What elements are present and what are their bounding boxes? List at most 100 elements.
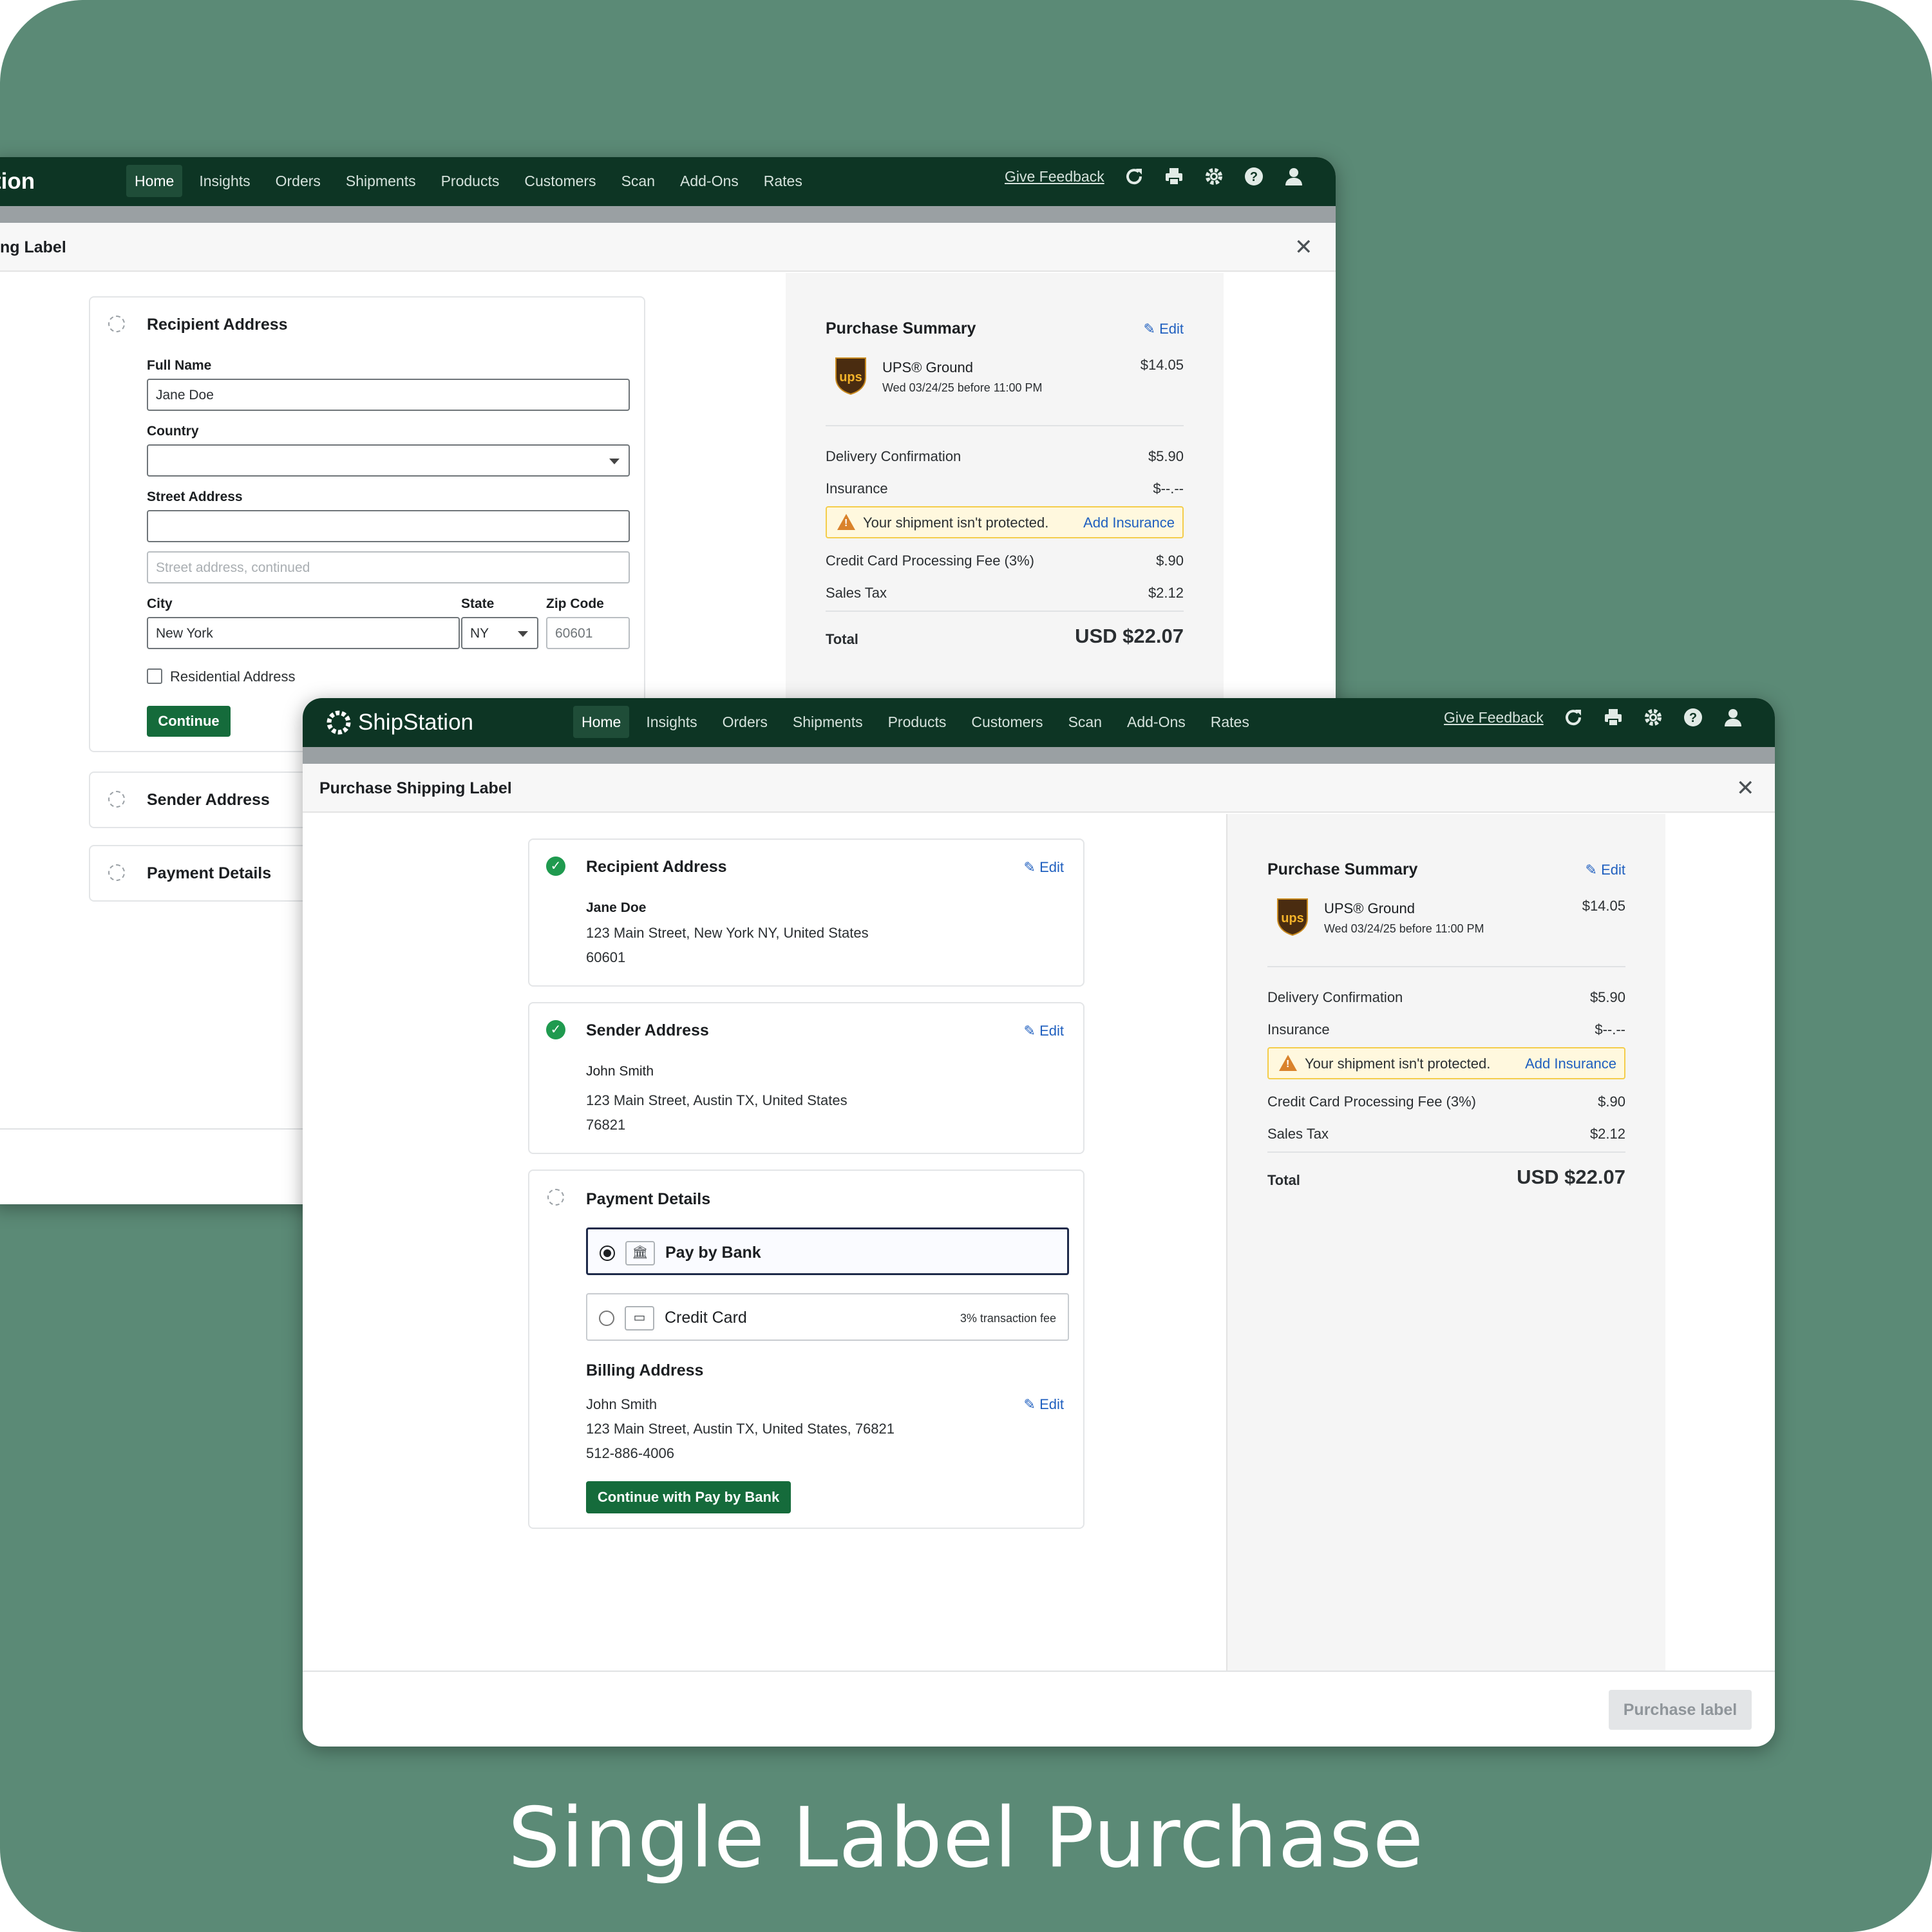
give-feedback-link[interactable]: Give Feedback bbox=[1005, 168, 1104, 185]
summary-edit-link[interactable]: ✎ Edit bbox=[1586, 862, 1625, 878]
gear-icon[interactable] bbox=[1204, 166, 1224, 187]
residential-label: Residential Address bbox=[170, 668, 296, 685]
billing-edit-link[interactable]: ✎ Edit bbox=[1024, 1396, 1064, 1413]
close-icon[interactable]: ✕ bbox=[1736, 775, 1755, 801]
nav-orders[interactable]: Orders bbox=[267, 165, 329, 197]
country-select[interactable] bbox=[147, 444, 630, 477]
nav-rates[interactable]: Rates bbox=[755, 165, 811, 197]
row-value: $--.-- bbox=[1153, 480, 1184, 497]
service-price: $14.05 bbox=[1582, 898, 1625, 914]
state-value: NY bbox=[470, 626, 489, 641]
delivery-estimate: Wed 03/24/25 before 11:00 PM bbox=[882, 381, 1043, 394]
row-label: Credit Card Processing Fee (3%) bbox=[826, 553, 1035, 569]
refresh-icon[interactable] bbox=[1124, 166, 1144, 187]
purchase-label-button[interactable]: Purchase label bbox=[1609, 1690, 1752, 1730]
nav-orders[interactable]: Orders bbox=[714, 706, 776, 738]
nav-addons[interactable]: Add-Ons bbox=[672, 165, 747, 197]
summary-row: Credit Card Processing Fee (3%) $.90 bbox=[826, 553, 1184, 572]
nav-home[interactable]: Home bbox=[126, 165, 183, 197]
printer-icon[interactable] bbox=[1603, 707, 1624, 728]
recipient-summary-card: ✓ Recipient Address ✎ Edit Jane Doe 123 … bbox=[528, 838, 1084, 987]
gear-icon[interactable] bbox=[1643, 707, 1663, 728]
dialog-header: Purchase Shipping Label ✕ bbox=[303, 764, 1775, 813]
row-label: Credit Card Processing Fee (3%) bbox=[1267, 1094, 1477, 1110]
recipient-address-line2: 60601 bbox=[586, 949, 626, 965]
recipient-form-card: Recipient Address Full Name Jane Doe Cou… bbox=[89, 296, 645, 752]
nav-shadow-strip bbox=[303, 747, 1775, 764]
warning-text: Your shipment isn't protected. bbox=[1305, 1056, 1491, 1072]
app-logo: tion bbox=[0, 169, 35, 194]
nav-customers[interactable]: Customers bbox=[516, 165, 604, 197]
summary-title: Purchase Summary bbox=[1267, 860, 1418, 878]
nav-scan[interactable]: Scan bbox=[613, 165, 663, 197]
sender-title: Sender Address bbox=[147, 791, 270, 809]
edit-label: Edit bbox=[1039, 1396, 1064, 1412]
zip-label: Zip Code bbox=[546, 596, 604, 611]
recipient-title: Recipient Address bbox=[586, 858, 727, 876]
state-select[interactable]: NY bbox=[461, 617, 538, 649]
continue-pay-by-bank-button[interactable]: Continue with Pay by Bank bbox=[586, 1481, 791, 1513]
add-insurance-link[interactable]: Add Insurance bbox=[1083, 515, 1175, 531]
sender-address-line1: 123 Main Street, Austin TX, United State… bbox=[586, 1092, 848, 1108]
warning-text: Your shipment isn't protected. bbox=[863, 515, 1049, 531]
nav-products[interactable]: Products bbox=[433, 165, 508, 197]
give-feedback-link[interactable]: Give Feedback bbox=[1444, 709, 1544, 726]
residential-checkbox[interactable] bbox=[147, 668, 162, 684]
ups-logo-icon: ups bbox=[835, 357, 866, 395]
nav-right: Give Feedback ? bbox=[1444, 707, 1743, 728]
sender-edit-link[interactable]: ✎ Edit bbox=[1024, 1023, 1064, 1039]
caption: Single Label Purchase bbox=[507, 1790, 1425, 1886]
credit-card-radio[interactable] bbox=[599, 1311, 614, 1326]
summary-edit-link[interactable]: ✎ Edit bbox=[1144, 321, 1184, 337]
nav-scan[interactable]: Scan bbox=[1060, 706, 1110, 738]
nav-shipments[interactable]: Shipments bbox=[784, 706, 871, 738]
nav-addons[interactable]: Add-Ons bbox=[1119, 706, 1194, 738]
street-label: Street Address bbox=[147, 489, 243, 504]
help-icon[interactable]: ? bbox=[1683, 707, 1703, 728]
dialog-title: ng Label bbox=[0, 238, 66, 256]
continue-button[interactable]: Continue bbox=[147, 706, 231, 737]
credit-card-option[interactable]: ▭ Credit Card 3% transaction fee bbox=[586, 1293, 1069, 1341]
divider bbox=[826, 611, 1184, 612]
summary-row: Credit Card Processing Fee (3%) $.90 bbox=[1267, 1094, 1625, 1113]
recipient-edit-link[interactable]: ✎ Edit bbox=[1024, 859, 1064, 876]
full-name-input[interactable]: Jane Doe bbox=[147, 379, 630, 411]
credit-card-icon: ▭ bbox=[625, 1306, 654, 1331]
row-label: Insurance bbox=[826, 480, 888, 497]
nav-home[interactable]: Home bbox=[573, 706, 630, 738]
street2-input[interactable]: Street address, continued bbox=[147, 551, 630, 583]
nav-rates[interactable]: Rates bbox=[1202, 706, 1258, 738]
transaction-fee-note: 3% transaction fee bbox=[960, 1312, 1056, 1325]
printer-icon[interactable] bbox=[1164, 166, 1184, 187]
zip-input[interactable]: 60601 bbox=[546, 617, 630, 649]
street-input[interactable] bbox=[147, 510, 630, 542]
check-icon: ✓ bbox=[546, 1020, 565, 1039]
ups-logo-icon: ups bbox=[1277, 898, 1308, 936]
nav-customers[interactable]: Customers bbox=[963, 706, 1051, 738]
refresh-icon[interactable] bbox=[1563, 707, 1584, 728]
user-icon[interactable] bbox=[1723, 707, 1743, 728]
pay-by-bank-radio[interactable] bbox=[600, 1245, 615, 1261]
payment-title: Payment Details bbox=[147, 864, 272, 882]
warning-icon: ! bbox=[1279, 1055, 1297, 1071]
divider bbox=[1267, 966, 1625, 967]
help-icon[interactable]: ? bbox=[1244, 166, 1264, 187]
user-icon[interactable] bbox=[1283, 166, 1304, 187]
add-insurance-link[interactable]: Add Insurance bbox=[1525, 1056, 1616, 1072]
nav-products[interactable]: Products bbox=[880, 706, 955, 738]
dialog-title: Purchase Shipping Label bbox=[319, 779, 512, 797]
svg-text:?: ? bbox=[1250, 170, 1258, 184]
pay-by-bank-option[interactable]: 🏛 Pay by Bank bbox=[586, 1227, 1069, 1275]
background: tion Home Insights Orders Shipments Prod… bbox=[0, 0, 1932, 1932]
bank-icon: 🏛 bbox=[625, 1241, 655, 1265]
service-price: $14.05 bbox=[1140, 357, 1184, 373]
row-label: Sales Tax bbox=[826, 585, 887, 601]
city-input[interactable]: New York bbox=[147, 617, 460, 649]
close-icon[interactable]: ✕ bbox=[1294, 234, 1313, 260]
summary-content: Purchase Summary ✎ Edit ups UPS® Ground … bbox=[1267, 814, 1625, 1265]
nav-shipments[interactable]: Shipments bbox=[337, 165, 424, 197]
nav-insights[interactable]: Insights bbox=[638, 706, 705, 738]
nav-right: Give Feedback ? bbox=[1005, 166, 1304, 187]
edit-label: Edit bbox=[1159, 321, 1184, 337]
nav-insights[interactable]: Insights bbox=[191, 165, 258, 197]
